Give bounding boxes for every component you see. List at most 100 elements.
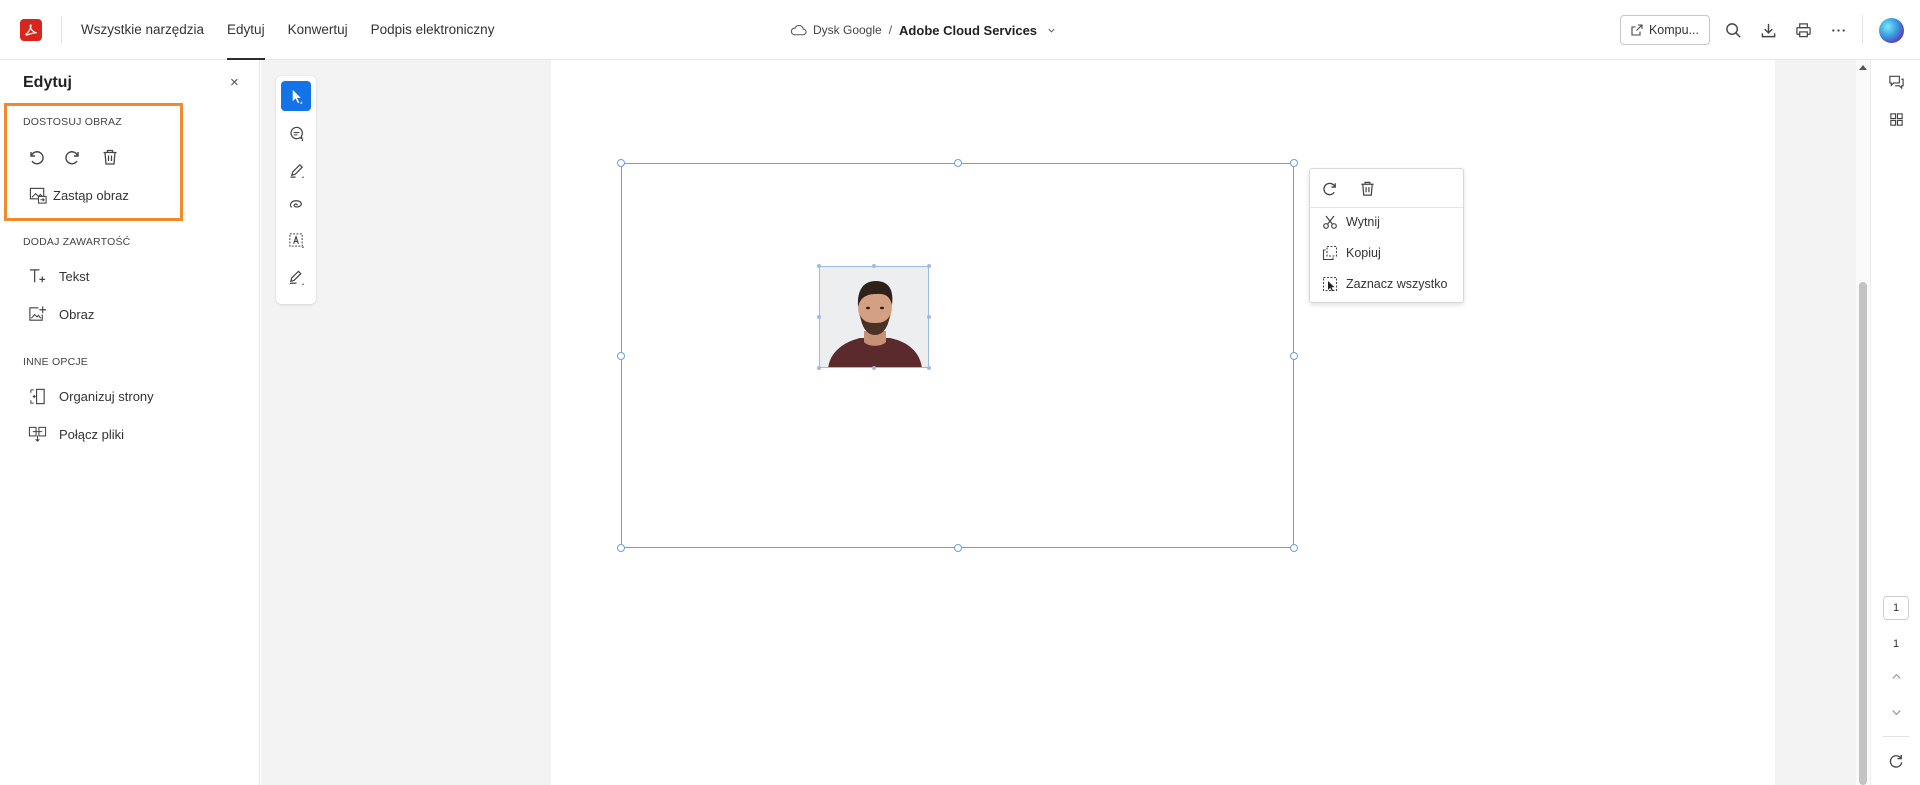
text-box-tool-button[interactable] <box>281 225 311 255</box>
signature-pen-icon <box>289 269 304 285</box>
menu-item-copy-label: Kopiuj <box>1346 246 1381 260</box>
add-image-button[interactable]: Obraz <box>28 305 94 324</box>
vertical-scrollbar[interactable] <box>1856 60 1870 785</box>
section-other-options: INNE OPCJE <box>23 356 89 368</box>
resize-handle-bottom-right[interactable] <box>1290 544 1298 552</box>
select-tool-button[interactable] <box>281 81 311 111</box>
thumbnails-grid-icon[interactable] <box>1886 109 1906 129</box>
resize-handle-top-left[interactable] <box>617 159 625 167</box>
resize-handle-bottom-left[interactable] <box>617 544 625 552</box>
share-button-label: Kompu... <box>1648 23 1699 37</box>
organize-pages-icon <box>30 388 45 405</box>
highlight-tool-button[interactable] <box>281 155 311 185</box>
scissors-icon <box>1323 215 1337 229</box>
resize-handle-right[interactable] <box>1290 352 1298 360</box>
panel-title: Edytuj <box>23 74 72 91</box>
breadcrumb-separator: / <box>888 23 893 37</box>
organize-pages-button[interactable]: Organizuj strony <box>28 387 154 406</box>
draw-tool-button[interactable] <box>281 190 311 220</box>
menu-item-select-all-label: Zaznacz wszystko <box>1346 277 1448 291</box>
main-nav: Wszystkie narzędzia Edytuj Konwertuj Pod… <box>81 0 517 60</box>
print-icon[interactable] <box>1792 19 1814 41</box>
add-text-button[interactable]: Tekst <box>28 267 89 286</box>
image-handle-top[interactable] <box>872 264 876 268</box>
section-adjust-image: DOSTOSUJ OBRAZ <box>23 116 122 128</box>
nav-convert[interactable]: Konwertuj <box>288 0 348 60</box>
combine-files-label: Połącz pliki <box>59 427 125 442</box>
context-menu-actions <box>1322 180 1376 197</box>
resize-handle-top[interactable] <box>954 159 962 167</box>
menu-item-cut[interactable]: Wytnij <box>1322 214 1380 230</box>
add-text-label: Tekst <box>59 269 90 284</box>
replace-image-button[interactable]: Zastąp obraz <box>29 186 129 205</box>
rail-divider <box>1883 736 1909 737</box>
quick-tools-toolbar <box>276 76 316 304</box>
menu-item-cut-label: Wytnij <box>1346 215 1380 229</box>
comment-icon <box>289 126 303 141</box>
refresh-icon[interactable] <box>1886 750 1906 770</box>
rotate-left-icon[interactable] <box>27 148 45 166</box>
comment-tool-button[interactable] <box>281 118 311 148</box>
share-button[interactable]: Kompu... <box>1619 15 1710 45</box>
nav-e-signature[interactable]: Podpis elektroniczny <box>371 0 495 60</box>
select-all-icon <box>1322 276 1338 292</box>
pen-icon <box>289 163 304 178</box>
portrait-image[interactable] <box>819 266 929 368</box>
nav-edit[interactable]: Edytuj <box>227 0 265 60</box>
right-rail: 1 1 <box>1870 60 1920 785</box>
close-panel-button[interactable]: × <box>230 74 239 91</box>
trash-icon[interactable] <box>1359 180 1376 197</box>
context-menu-divider <box>1310 207 1463 208</box>
replace-image-label: Zastąp obraz <box>53 188 129 203</box>
trash-icon[interactable] <box>101 148 119 166</box>
scroll-up-arrow-icon[interactable] <box>1859 65 1867 70</box>
lasso-icon <box>289 199 302 208</box>
download-icon[interactable] <box>1757 19 1779 41</box>
breadcrumb-location[interactable]: Dysk Google <box>813 23 882 37</box>
combine-files-button[interactable]: Połącz pliki <box>28 425 124 444</box>
section-add-content: DODAJ ZAWARTOŚĆ <box>23 236 131 248</box>
replace-image-icon <box>29 187 47 204</box>
sign-tool-button[interactable] <box>281 262 311 292</box>
total-pages: 1 <box>1892 638 1900 650</box>
image-handle-top-left[interactable] <box>817 264 821 268</box>
portrait-photo-graphic <box>820 267 928 367</box>
image-handle-left[interactable] <box>817 315 821 319</box>
rotate-right-icon[interactable] <box>64 148 82 166</box>
current-page-input[interactable]: 1 <box>1883 596 1909 620</box>
avatar[interactable] <box>1879 17 1904 43</box>
image-handle-bottom[interactable] <box>872 366 876 370</box>
resize-handle-bottom[interactable] <box>954 544 962 552</box>
nav-all-tools[interactable]: Wszystkie narzędzia <box>81 0 204 60</box>
add-image-label: Obraz <box>59 307 95 322</box>
resize-handle-left[interactable] <box>617 352 625 360</box>
cursor-arrow-icon <box>292 89 302 104</box>
chevron-down-icon[interactable] <box>1047 26 1056 35</box>
adjust-image-actions <box>27 148 119 166</box>
external-link-icon <box>1631 24 1643 36</box>
add-text-icon <box>29 269 46 283</box>
comments-icon[interactable] <box>1886 72 1906 92</box>
image-handle-top-right[interactable] <box>927 264 931 268</box>
menu-item-select-all[interactable]: Zaznacz wszystko <box>1322 276 1447 292</box>
breadcrumb: Dysk Google / Adobe Cloud Services <box>790 0 1056 60</box>
toolbar-divider <box>1862 15 1863 45</box>
edit-panel: Edytuj × DOSTOSUJ OBRAZ Zastąp obraz DOD… <box>0 60 260 785</box>
selected-content-box[interactable] <box>621 163 1294 548</box>
top-right-actions: Kompu... <box>1619 0 1920 60</box>
scrollbar-thumb[interactable] <box>1859 282 1867 785</box>
resize-handle-top-right[interactable] <box>1290 159 1298 167</box>
image-handle-right[interactable] <box>927 315 931 319</box>
image-handle-bottom-left[interactable] <box>817 366 821 370</box>
chevron-up-icon[interactable] <box>1886 666 1906 686</box>
add-image-icon <box>29 306 47 321</box>
search-icon[interactable] <box>1722 19 1744 41</box>
file-name[interactable]: Adobe Cloud Services <box>899 23 1037 38</box>
menu-item-copy[interactable]: Kopiuj <box>1322 245 1381 261</box>
rotate-right-icon[interactable] <box>1322 180 1339 197</box>
chevron-down-icon[interactable] <box>1886 702 1906 722</box>
more-options-icon[interactable] <box>1827 19 1849 41</box>
top-bar: Wszystkie narzędzia Edytuj Konwertuj Pod… <box>0 0 1920 60</box>
image-handle-bottom-right[interactable] <box>927 366 931 370</box>
acrobat-logo-icon[interactable] <box>20 19 42 41</box>
